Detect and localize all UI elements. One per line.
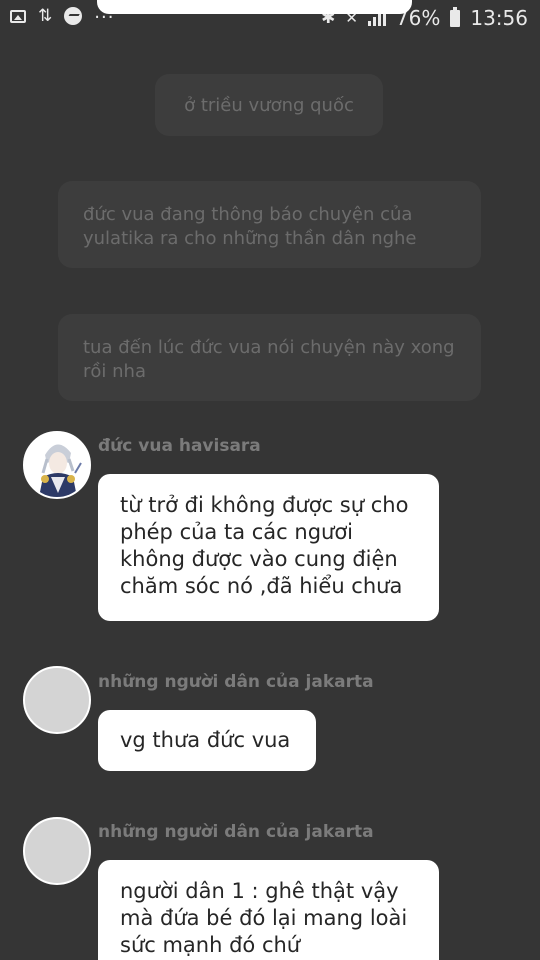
default-avatar[interactable] (23, 817, 91, 885)
clock: 13:56 (470, 6, 528, 30)
chat-story-screen: ⇅ ... ✱ ✕ 76% 13:56 ở triều vương quốc đ… (0, 0, 540, 960)
sender-name: những người dân của jakarta (98, 822, 374, 842)
narration-box: ở triều vương quốc (155, 74, 383, 136)
data-arrows-icon: ⇅ (38, 5, 53, 26)
status-left: ⇅ ... (10, 4, 114, 26)
previous-bubble-edge (97, 0, 412, 14)
sender-name: những người dân của jakarta (98, 672, 374, 692)
message-bubble[interactable]: người dân 1 : ghê thật vậy mà đứa bé đó … (98, 860, 439, 960)
battery-icon (450, 6, 461, 27)
king-avatar[interactable] (23, 431, 91, 499)
message-bubble[interactable]: từ trở đi không được sự cho phép của ta … (98, 474, 439, 621)
sender-name: đức vua havisara (98, 436, 261, 456)
image-icon (10, 9, 26, 23)
king-portrait-icon (25, 433, 89, 497)
default-avatar[interactable] (23, 666, 91, 734)
narration-box: tua đến lúc đức vua nói chuyện này xong … (58, 314, 481, 401)
messenger-icon (64, 7, 83, 25)
narration-box: đức vua đang thông báo chuyện của yulati… (58, 181, 481, 268)
message-bubble[interactable]: vg thưa đức vua (98, 710, 316, 771)
